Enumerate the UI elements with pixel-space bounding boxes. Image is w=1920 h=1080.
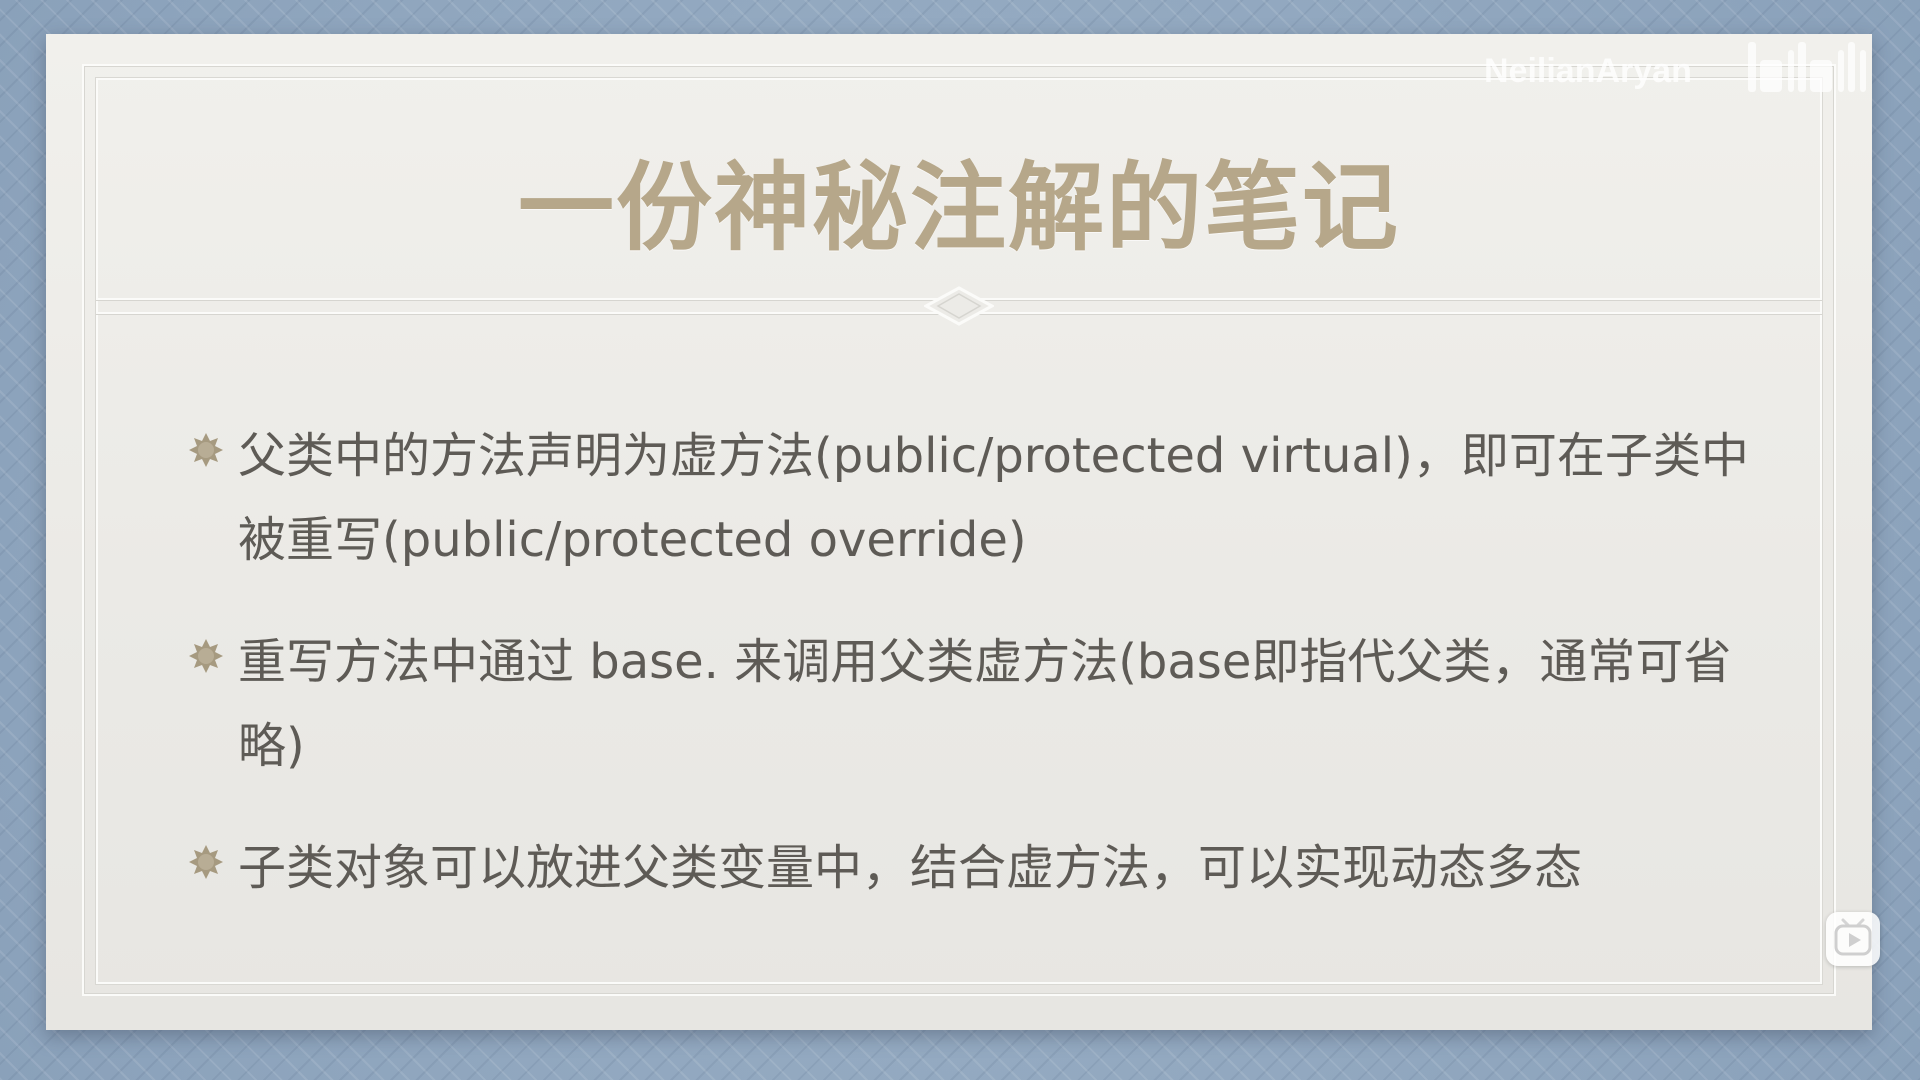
list-item: 子类对象可以放进父类变量中，结合虚方法，可以实现动态多态 — [188, 826, 1768, 910]
octagram-bullet-icon — [189, 639, 223, 673]
play-icon — [1834, 918, 1872, 956]
bullet-list: 父类中的方法声明为虚方法(public/protected virtual)，即… — [188, 414, 1768, 948]
octagram-bullet-icon — [189, 433, 223, 467]
player-button[interactable] — [1826, 912, 1880, 966]
list-item: 重写方法中通过 base. 来调用父类虚方法(base即指代父类，通常可省略) — [188, 620, 1768, 788]
bullet-text: 重写方法中通过 base. 来调用父类虚方法(base即指代父类，通常可省略) — [238, 634, 1732, 774]
bilibili-logo-icon — [1748, 42, 1866, 92]
title-divider — [96, 286, 1822, 326]
uploader-watermark: NeilianAryan — [1484, 52, 1692, 90]
slide-card: 一份神秘注解的笔记 父类中的方法声明为虚方法(public/protected … — [46, 34, 1872, 1030]
diamond-ornament-icon — [924, 286, 994, 326]
slide-title: 一份神秘注解的笔记 — [518, 152, 1400, 264]
bullet-text: 子类对象可以放进父类变量中，结合虚方法，可以实现动态多态 — [238, 840, 1583, 896]
bullet-text: 父类中的方法声明为虚方法(public/protected virtual)，即… — [238, 428, 1749, 568]
octagram-bullet-icon — [189, 845, 223, 879]
list-item: 父类中的方法声明为虚方法(public/protected virtual)，即… — [188, 414, 1768, 582]
